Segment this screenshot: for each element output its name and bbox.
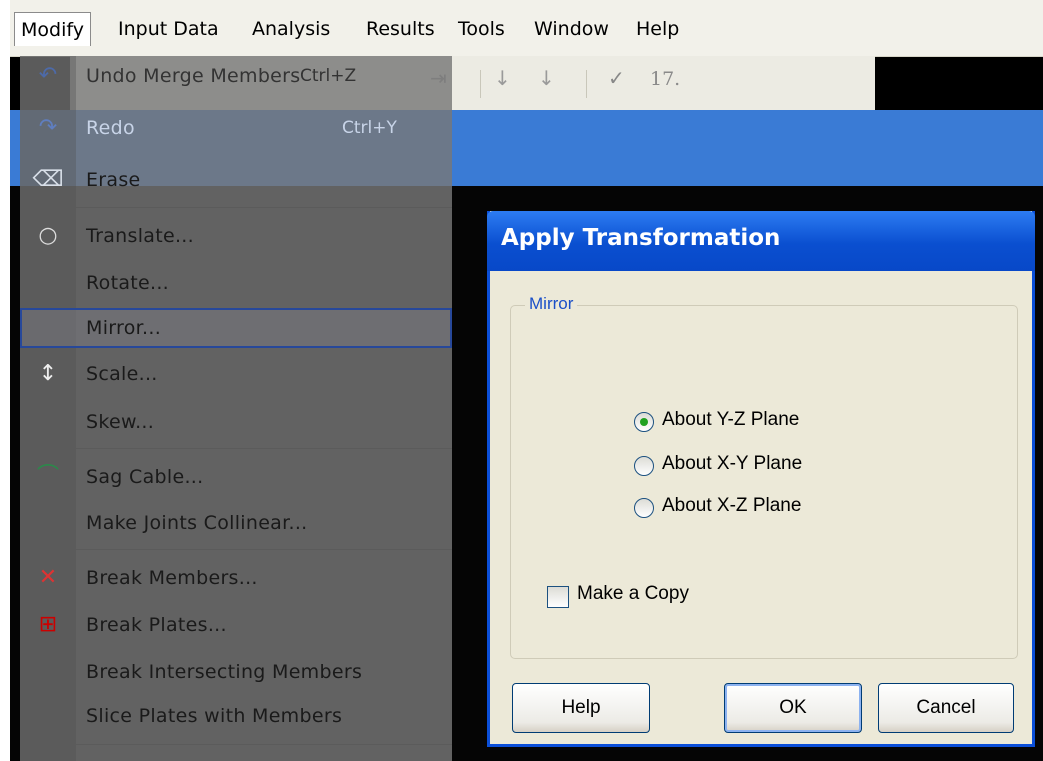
scale-icon: ↕ [38, 361, 58, 386]
menu-item-mirror[interactable]: Mirror... [20, 308, 452, 348]
menu-item-label: Make Joints Collinear... [86, 512, 308, 534]
make-copy-label[interactable]: Make a Copy [577, 583, 689, 605]
menu-item-label: Scale... [86, 363, 158, 385]
break-plates-icon: ⊞ [38, 612, 58, 637]
translate-icon: ○ [38, 223, 58, 248]
mirror-groupbox: Mirror About Y-Z Plane About X-Y Plane A… [510, 294, 1018, 659]
menu-item-erase[interactable]: ⌫ Erase [20, 160, 452, 200]
menu-item-label: Break Intersecting Members [86, 661, 363, 683]
menu-item-label: Sag Cable... [86, 466, 204, 488]
menu-item-skew[interactable]: Skew... [20, 402, 452, 442]
radio-label[interactable]: About Y-Z Plane [662, 409, 799, 431]
menu-item-label: Break Members... [86, 567, 258, 589]
menu-input-data[interactable]: Input Data [112, 12, 225, 46]
menu-item-break-intersecting-members[interactable]: Break Intersecting Members [20, 652, 452, 692]
modify-menu-dropdown: ↶ Undo Merge Members Ctrl+Z ↷ Redo Ctrl+… [20, 56, 452, 761]
sort-descending-icon[interactable]: ↓ [538, 66, 555, 90]
menu-tools[interactable]: Tools [452, 12, 511, 46]
menu-item-label: Rotate... [86, 272, 170, 294]
radio-button[interactable] [634, 412, 654, 432]
menu-separator [76, 448, 452, 449]
toolbar-separator [586, 70, 587, 98]
menu-item-shortcut: Ctrl+Z [300, 66, 357, 86]
break-members-icon: ✕ [38, 565, 58, 590]
menu-separator [76, 744, 452, 745]
menu-item-undo[interactable]: ↶ Undo Merge Members Ctrl+Z [20, 56, 452, 96]
menu-results[interactable]: Results [360, 12, 441, 46]
menu-item-label: Slice Plates with Members [86, 705, 343, 727]
menu-help[interactable]: Help [630, 12, 685, 46]
menu-item-label: Undo Merge Members [86, 65, 301, 87]
groupbox-label: Mirror [525, 294, 578, 314]
dialog-title: Apply Transformation [501, 225, 781, 251]
menu-item-label: Mirror... [86, 317, 162, 339]
menu-item-make-joints-collinear[interactable]: Make Joints Collinear... [20, 503, 452, 543]
menu-separator [76, 549, 452, 550]
sort-ascending-icon[interactable]: ↓ [494, 66, 511, 90]
radio-label[interactable]: About X-Y Plane [662, 453, 802, 475]
apply-transformation-dialog: Apply Transformation Mirror About Y-Z Pl… [487, 211, 1035, 747]
radio-label[interactable]: About X-Z Plane [662, 495, 801, 517]
menu-item-scale[interactable]: ↕ Scale... [20, 354, 452, 394]
checkmark-icon[interactable]: ✓ [608, 66, 625, 90]
cancel-button[interactable]: Cancel [878, 683, 1014, 733]
dialog-title-bar[interactable]: Apply Transformation [487, 211, 1035, 271]
menu-item-redo[interactable]: ↷ Redo Ctrl+Y [20, 108, 452, 148]
make-copy-checkbox[interactable] [547, 586, 569, 608]
menu-item-shortcut: Ctrl+Y [342, 118, 397, 138]
menu-item-slice-plates[interactable]: Slice Plates with Members [20, 696, 452, 736]
radio-button[interactable] [634, 498, 654, 518]
menu-item-rotate[interactable]: Rotate... [20, 263, 452, 303]
menu-item-label: Erase [86, 169, 141, 191]
redo-icon: ↷ [38, 115, 58, 140]
menu-modify[interactable]: Modify [14, 12, 91, 46]
menu-item-sag-cable[interactable]: ⌒ Sag Cable... [20, 457, 452, 497]
menu-item-break-members[interactable]: ✕ Break Members... [20, 558, 452, 598]
menu-item-label: Break Plates... [86, 614, 227, 636]
menu-item-label: Translate... [86, 225, 194, 247]
zoom-value: 17. [650, 68, 681, 90]
menu-item-break-plates[interactable]: ⊞ Break Plates... [20, 605, 452, 645]
eraser-icon: ⌫ [32, 167, 64, 192]
sag-cable-icon: ⌒ [36, 464, 59, 489]
menu-item-label: Redo [86, 117, 135, 139]
radio-button[interactable] [634, 456, 654, 476]
menu-window[interactable]: Window [528, 12, 615, 46]
application-window: Modify Input Data Analysis Results Tools… [10, 0, 1043, 761]
menu-separator [76, 207, 452, 208]
help-button[interactable]: Help [512, 683, 650, 733]
menu-item-translate[interactable]: ○ Translate... [20, 216, 452, 256]
undo-icon: ↶ [38, 63, 58, 88]
ok-button[interactable]: OK [724, 683, 862, 733]
menu-item-label: Skew... [86, 411, 155, 433]
menu-analysis[interactable]: Analysis [246, 12, 336, 46]
menu-bar: Modify Input Data Analysis Results Tools… [10, 0, 1043, 57]
toolbar-separator [480, 70, 481, 98]
